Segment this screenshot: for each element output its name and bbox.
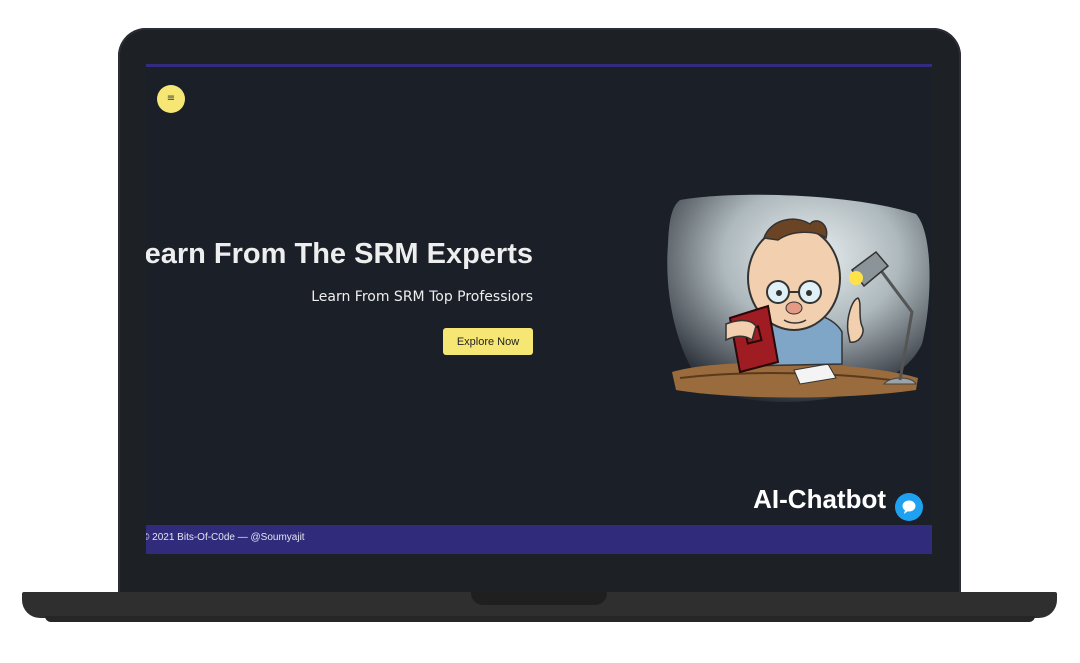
- top-border: [146, 64, 932, 67]
- chatbot-button[interactable]: [895, 493, 923, 521]
- menu-icon: ≡: [166, 93, 176, 104]
- footer-copyright: © 2021 Bits-Of-C0de — @Soumyajit: [146, 532, 305, 543]
- ai-chatbot-label: AI-Chatbot: [753, 484, 886, 514]
- hero-subtitle: Learn From SRM Top Professiors: [311, 289, 533, 305]
- laptop-notch: [471, 592, 607, 605]
- professor-illustration: [667, 194, 930, 402]
- explore-now-button[interactable]: Explore Now: [443, 328, 533, 355]
- menu-button[interactable]: ≡: [157, 85, 185, 113]
- chat-bubble-icon: [902, 500, 916, 514]
- footer: © 2021 Bits-Of-C0de — @Soumyajit: [146, 525, 932, 554]
- laptop-screen: ≡ Learn From The SRM Experts Learn From …: [146, 64, 932, 554]
- laptop-base-foot: [45, 616, 1035, 622]
- hero-title: Learn From The SRM Experts: [146, 238, 533, 270]
